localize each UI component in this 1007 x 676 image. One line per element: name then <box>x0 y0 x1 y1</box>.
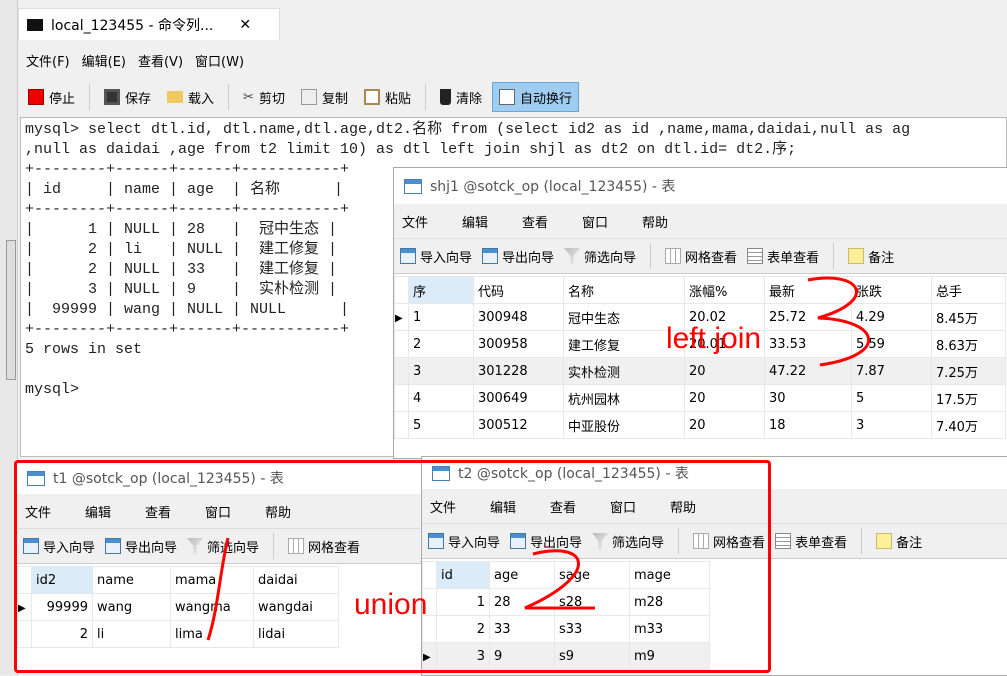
annotation-number-2 <box>524 549 595 610</box>
annotation-number-3 <box>807 276 870 367</box>
annotation-number-1 <box>206 537 230 641</box>
annotation-scribbles <box>206 276 870 641</box>
